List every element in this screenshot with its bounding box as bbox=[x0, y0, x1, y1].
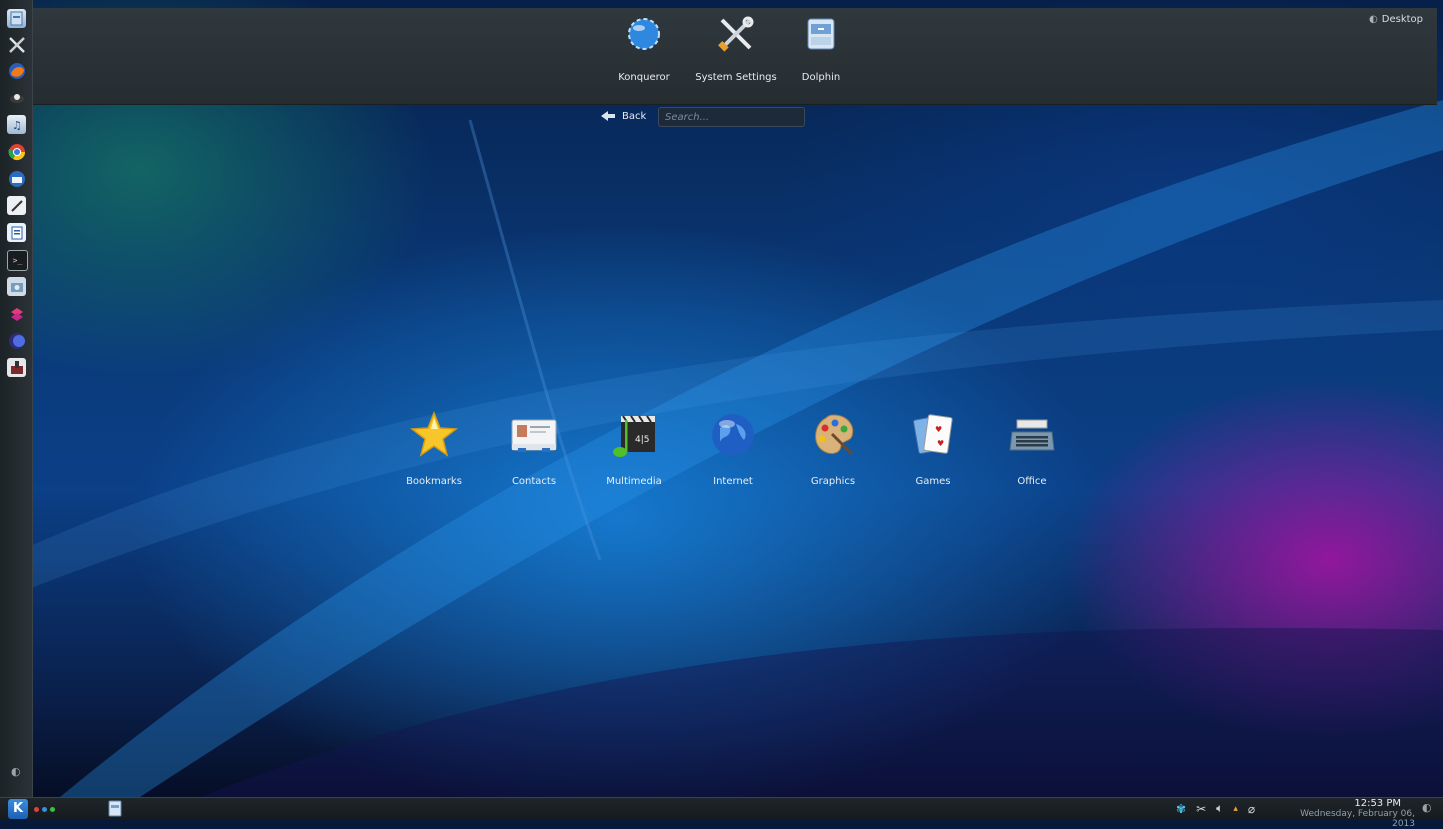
music-launcher-icon[interactable]: ♫ bbox=[7, 115, 26, 134]
cashew-icon: ◐ bbox=[1369, 14, 1378, 25]
system-tray: ✾ ✂ 🔈︎ ▴ ⌀ bbox=[1176, 801, 1255, 816]
category-label: Internet bbox=[713, 476, 753, 487]
taskbar: K ✾ ✂ 🔈︎ ▴ ⌀ 12:53 PM Wednesday, Februar… bbox=[0, 797, 1443, 829]
category-label: Multimedia bbox=[606, 476, 662, 487]
clock-time: 12:53 PM bbox=[1354, 798, 1401, 809]
pager-dot bbox=[34, 807, 39, 812]
clock-date: Wednesday, February 06, 2013 bbox=[1300, 809, 1415, 829]
category-contacts[interactable]: Contacts bbox=[489, 408, 579, 487]
dolphin-launcher-icon[interactable] bbox=[7, 9, 26, 28]
network-icon[interactable]: ✾ bbox=[1176, 802, 1186, 816]
category-graphics[interactable]: Graphics bbox=[788, 408, 878, 487]
category-label: Graphics bbox=[810, 476, 856, 487]
category-label: Bookmarks bbox=[406, 476, 462, 487]
left-launcher-panel: ♫ >_ ◐ bbox=[0, 0, 33, 797]
svg-text:♫: ♫ bbox=[12, 119, 22, 132]
search-input[interactable] bbox=[658, 107, 805, 127]
favorite-dolphin[interactable]: Dolphin bbox=[766, 14, 876, 83]
pirate-launcher-icon[interactable] bbox=[7, 88, 26, 107]
back-button[interactable]: Back bbox=[600, 110, 646, 122]
system-settings-launcher-icon[interactable] bbox=[7, 35, 26, 54]
volume-icon[interactable]: 🔈︎ bbox=[1216, 801, 1223, 816]
application-launcher-button[interactable]: K bbox=[8, 799, 28, 819]
pager-dot bbox=[50, 807, 55, 812]
category-multimedia[interactable]: 4|5 Multimedia bbox=[589, 408, 679, 487]
disconnected-icon[interactable]: ⌀ bbox=[1248, 802, 1255, 816]
favorite-label: Dolphin bbox=[801, 72, 841, 83]
svg-text:4|5: 4|5 bbox=[635, 435, 649, 445]
chrome-launcher-icon[interactable] bbox=[7, 142, 26, 161]
firefox-launcher-icon[interactable] bbox=[7, 61, 26, 80]
back-arrow-icon bbox=[601, 111, 615, 121]
back-label: Back bbox=[622, 110, 647, 122]
document-launcher-icon[interactable] bbox=[7, 223, 26, 242]
category-label: Contacts bbox=[511, 476, 557, 487]
task-dolphin-icon[interactable] bbox=[108, 800, 122, 817]
category-internet[interactable]: Internet bbox=[688, 408, 778, 487]
globe-icon bbox=[706, 408, 760, 462]
text-editor-launcher-icon[interactable] bbox=[7, 196, 26, 215]
panel-toolbox-icon[interactable]: ◐ bbox=[1422, 801, 1432, 814]
favorites-panel: Konqueror System Settings Dolphin ◐ Deskt… bbox=[33, 8, 1437, 105]
eclipse-launcher-icon[interactable] bbox=[7, 331, 26, 350]
sync-launcher-icon[interactable] bbox=[7, 304, 26, 323]
desktop-pager[interactable] bbox=[34, 807, 55, 812]
system-settings-icon bbox=[716, 14, 756, 54]
category-label: Office bbox=[1017, 476, 1047, 487]
install-launcher-icon[interactable] bbox=[7, 358, 26, 377]
cards-icon: ♥ ♥ bbox=[906, 408, 960, 462]
dolphin-icon bbox=[801, 14, 841, 54]
panel-toolbox-icon[interactable]: ◐ bbox=[11, 765, 23, 778]
category-bookmarks[interactable]: Bookmarks bbox=[389, 408, 479, 487]
contacts-icon bbox=[507, 408, 561, 462]
desktop-label: Desktop bbox=[1381, 14, 1423, 25]
konqueror-icon bbox=[624, 14, 664, 54]
svg-text:♥: ♥ bbox=[937, 439, 944, 448]
digital-clock[interactable]: 12:53 PM Wednesday, February 06, 2013 bbox=[1285, 798, 1415, 829]
category-games[interactable]: ♥ ♥ Games bbox=[888, 408, 978, 487]
pager-dot bbox=[42, 807, 47, 812]
terminal-launcher-icon[interactable]: >_ bbox=[7, 250, 28, 271]
typewriter-icon bbox=[1005, 408, 1059, 462]
category-office[interactable]: Office bbox=[987, 408, 1077, 487]
screenshot-launcher-icon[interactable] bbox=[7, 277, 26, 296]
category-label: Games bbox=[915, 476, 951, 487]
desktop-toggle[interactable]: ◐ Desktop bbox=[1369, 14, 1423, 25]
star-icon bbox=[407, 408, 461, 462]
notifications-arrow-icon[interactable]: ▴ bbox=[1233, 804, 1238, 814]
svg-text:♥: ♥ bbox=[935, 425, 942, 434]
tools-icon[interactable]: ✂ bbox=[1196, 802, 1206, 816]
thunderbird-launcher-icon[interactable] bbox=[7, 169, 26, 188]
multimedia-icon: 4|5 bbox=[607, 408, 661, 462]
palette-icon bbox=[806, 408, 860, 462]
